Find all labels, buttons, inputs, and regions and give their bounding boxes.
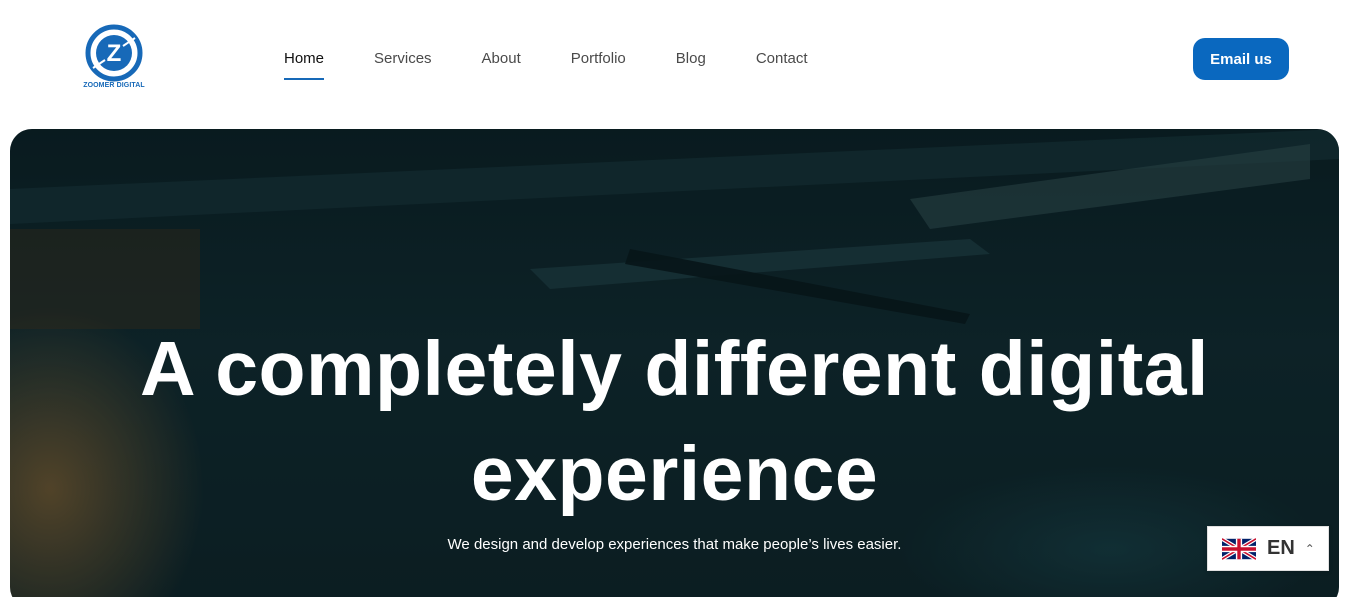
hero-title: A completely different digital experienc…	[10, 317, 1339, 527]
uk-flag-icon	[1222, 537, 1256, 560]
chevron-up-icon: ⌃	[1304, 541, 1315, 556]
site-header: Z ZOOMER DIGITAL Home Services About Por…	[0, 0, 1351, 129]
hero-title-line2: experience	[470, 431, 879, 517]
hero-section: A completely different digital experienc…	[10, 129, 1339, 597]
email-us-button[interactable]: Email us	[1193, 38, 1289, 80]
zoomer-logo-icon: Z	[85, 24, 143, 82]
nav-item-about[interactable]: About	[482, 48, 521, 84]
logo-letter: Z	[107, 40, 122, 67]
language-code: EN	[1267, 537, 1295, 559]
nav-item-blog[interactable]: Blog	[676, 48, 706, 84]
logo-wordmark: ZOOMER DIGITAL	[83, 82, 145, 89]
nav-item-contact[interactable]: Contact	[756, 48, 808, 84]
nav-item-home[interactable]: Home	[284, 48, 325, 84]
site-logo[interactable]: Z ZOOMER DIGITAL	[80, 24, 148, 94]
nav-item-services[interactable]: Services	[374, 48, 432, 84]
hero-title-line1: A completely different digital	[140, 326, 1209, 412]
nav-item-portfolio[interactable]: Portfolio	[571, 48, 626, 84]
language-selector[interactable]: EN ⌃	[1207, 526, 1329, 571]
hero-subtitle: We design and develop experiences that m…	[447, 536, 902, 553]
main-nav: Home Services About Portfolio Blog Conta…	[284, 48, 858, 84]
